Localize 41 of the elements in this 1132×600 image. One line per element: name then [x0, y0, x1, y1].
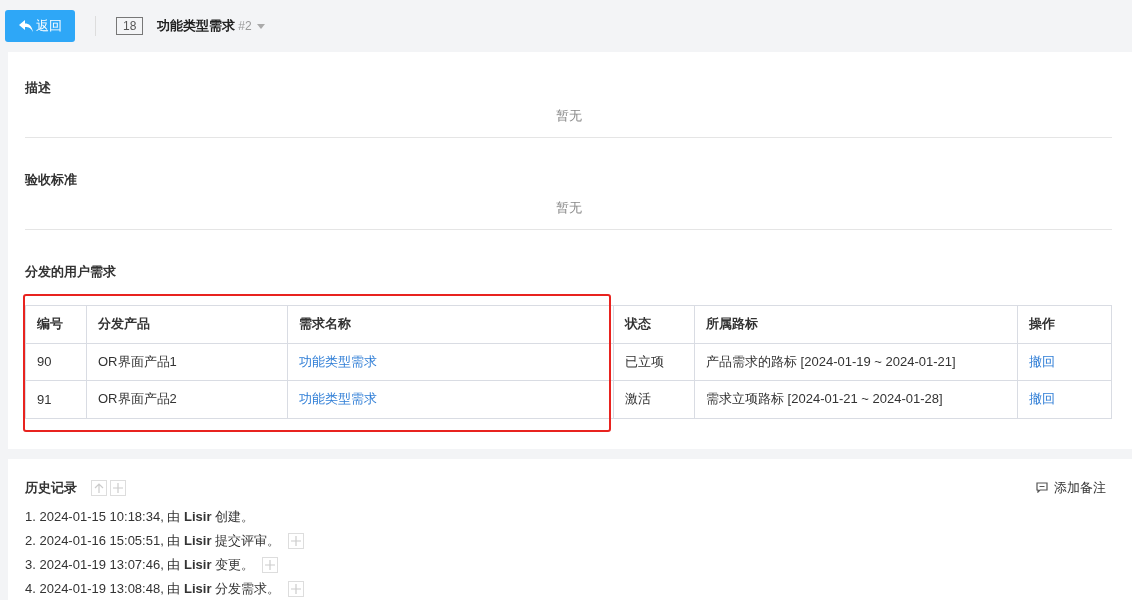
back-button[interactable]: 返回 [5, 10, 75, 42]
version-label[interactable]: #2 [238, 19, 252, 33]
table-cell: 激活 [613, 380, 695, 418]
requirement-link[interactable]: 功能类型需求 [299, 353, 377, 369]
expand-icon[interactable] [262, 556, 279, 573]
expand-all-icon[interactable] [110, 479, 126, 496]
empty-text: 暂无 [555, 108, 582, 123]
section-title: 描述 [25, 79, 52, 97]
table-cell: 需求立项路标 [2024-01-21 ~ 2024-01-28] [694, 380, 1018, 418]
table-cell: OR界面产品2 [86, 380, 288, 418]
withdraw-link[interactable]: 撤回 [1029, 353, 1055, 369]
column-header: 状态 [613, 305, 695, 343]
history-entry: 1. 2024-01-15 10:18:34, 由 Lisir 创建。 [25, 507, 255, 526]
expand-icon[interactable] [288, 532, 305, 549]
id-badge: 18 [116, 17, 144, 35]
column-header: 需求名称 [287, 305, 614, 343]
history-entry: 2. 2024-01-16 15:05:51, 由 Lisir 提交评审。 [25, 531, 281, 550]
history-entry: 3. 2024-01-19 13:07:46, 由 Lisir 变更。 [25, 555, 255, 574]
sort-up-icon[interactable] [91, 479, 107, 496]
table-cell: OR界面产品1 [86, 343, 288, 381]
section-title: 分发的用户需求 [25, 263, 117, 281]
back-arrow-icon [18, 20, 33, 32]
column-header: 编号 [25, 305, 87, 343]
withdraw-link[interactable]: 撤回 [1029, 391, 1055, 407]
table-cell: 已立项 [613, 343, 695, 381]
expand-icon[interactable] [288, 580, 305, 597]
section-title: 历史记录 [25, 478, 77, 497]
table-cell: 90 [25, 343, 87, 381]
column-header: 操作 [1017, 305, 1112, 343]
requirement-link[interactable]: 功能类型需求 [299, 391, 377, 407]
caret-icon[interactable] [256, 23, 265, 29]
add-note-link[interactable]: 添加备注 [1054, 478, 1106, 497]
history-entry: 4. 2024-01-19 13:08:48, 由 Lisir 分发需求。 [25, 579, 281, 598]
table-cell: 91 [25, 380, 87, 418]
table-cell: 产品需求的路标 [2024-01-19 ~ 2024-01-21] [694, 343, 1018, 381]
column-header: 分发产品 [86, 305, 288, 343]
empty-text: 暂无 [555, 200, 582, 215]
comment-icon[interactable] [1036, 482, 1048, 493]
page-title: 功能类型需求 [157, 17, 236, 35]
column-header: 所属路标 [694, 305, 1018, 343]
section-title: 验收标准 [25, 171, 78, 189]
